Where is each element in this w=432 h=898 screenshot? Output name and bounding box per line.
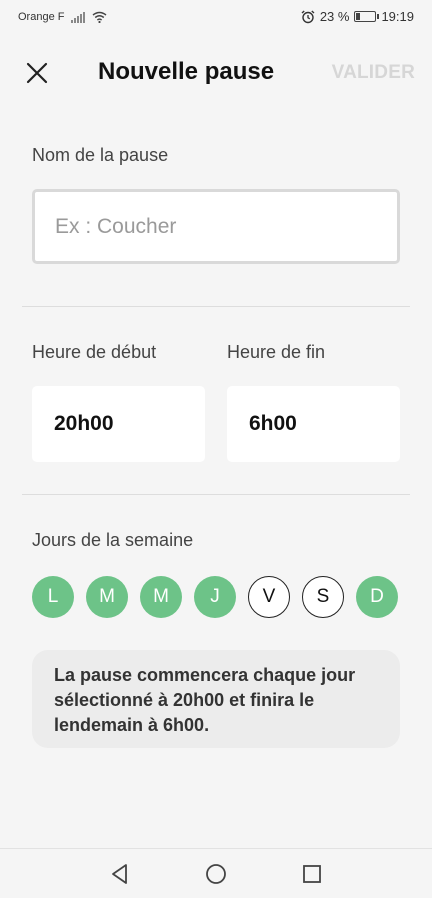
start-time-label: Heure de début bbox=[32, 342, 157, 362]
page-title: Nouvelle pause bbox=[98, 58, 275, 85]
day-toggle-monday[interactable]: L bbox=[32, 576, 74, 618]
end-time-field[interactable]: 6h00 bbox=[227, 386, 400, 462]
status-right: 23 % 19:19 bbox=[301, 9, 414, 24]
divider bbox=[22, 494, 410, 495]
battery-percent: 23 % bbox=[319, 9, 350, 24]
signal-icon bbox=[71, 11, 86, 23]
schedule-summary: La pause commencera chaque jour sélectio… bbox=[32, 650, 400, 748]
divider bbox=[22, 306, 410, 307]
day-selector: L M M J V S D bbox=[32, 576, 398, 618]
system-nav-bar bbox=[0, 848, 432, 898]
home-circle-icon bbox=[206, 864, 226, 884]
pause-name-input[interactable] bbox=[32, 189, 400, 264]
nav-home-button[interactable] bbox=[204, 862, 228, 886]
close-button[interactable] bbox=[22, 58, 52, 88]
nav-back-button[interactable] bbox=[108, 862, 132, 886]
wifi-icon bbox=[93, 11, 107, 23]
alarm-icon bbox=[301, 9, 315, 23]
clock-time: 19:19 bbox=[381, 9, 414, 24]
end-time-label: Heure de fin bbox=[227, 342, 326, 362]
name-label: Nom de la pause bbox=[32, 145, 169, 165]
day-toggle-wednesday[interactable]: M bbox=[140, 576, 182, 618]
day-toggle-sunday[interactable]: D bbox=[356, 576, 398, 618]
close-icon bbox=[26, 62, 48, 84]
nav-recents-button[interactable] bbox=[300, 862, 324, 886]
day-toggle-saturday[interactable]: S bbox=[302, 576, 344, 618]
validate-button[interactable]: VALIDER bbox=[332, 62, 415, 84]
carrier-name: Orange F bbox=[18, 11, 65, 23]
start-time-field[interactable]: 20h00 bbox=[32, 386, 205, 462]
battery-icon bbox=[354, 11, 380, 22]
battery-fill bbox=[356, 13, 361, 20]
day-toggle-thursday[interactable]: J bbox=[194, 576, 236, 618]
day-toggle-tuesday[interactable]: M bbox=[86, 576, 128, 618]
days-label: Jours de la semaine bbox=[32, 530, 194, 550]
day-toggle-friday[interactable]: V bbox=[248, 576, 290, 618]
recents-square-icon bbox=[303, 865, 321, 883]
status-left: Orange F bbox=[18, 11, 107, 23]
status-bar: Orange F 23 % 19:19 bbox=[0, 0, 432, 34]
back-triangle-icon bbox=[112, 864, 127, 884]
header: Nouvelle pause VALIDER bbox=[0, 50, 432, 96]
